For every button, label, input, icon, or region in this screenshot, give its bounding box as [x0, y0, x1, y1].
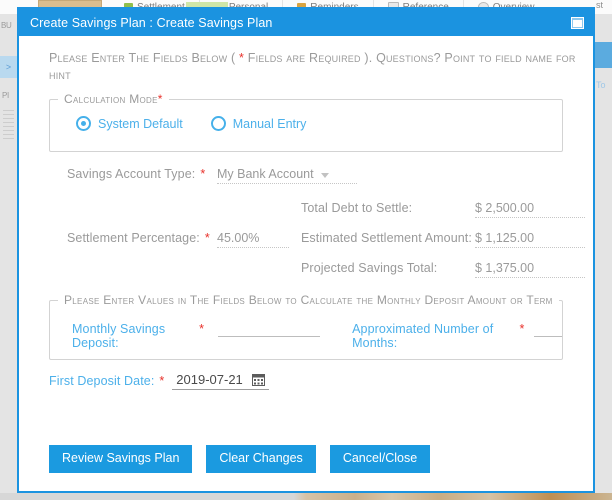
- required-marker: *: [157, 92, 163, 106]
- settlement-percentage-label: Settlement Percentage:: [67, 231, 200, 245]
- background-left-rail-selected: >: [0, 56, 17, 78]
- background-left-rail-label: BU: [1, 21, 12, 30]
- estimated-settlement-amount-value-wrap: $ 1,125.00: [475, 231, 585, 248]
- restore-window-icon[interactable]: [569, 16, 585, 30]
- background-bottom-strip: [0, 493, 612, 500]
- background-left-rail-dots: [3, 110, 14, 140]
- field-total-debt-to-settle: Total Debt to Settle:: [301, 201, 412, 215]
- first-deposit-date-value: 2019-07-21: [176, 372, 243, 387]
- cancel-close-button[interactable]: Cancel/Close: [329, 445, 431, 473]
- radio-indicator-unselected[interactable]: [210, 116, 226, 131]
- total-debt-to-settle-value-wrap: $ 2,500.00: [475, 201, 585, 218]
- monthly-deposit-row: Monthly Savings Deposit: * Approximated …: [50, 308, 562, 350]
- approximated-months-label: Approximated Number of Months:: [352, 322, 494, 350]
- required-marker: *: [204, 231, 210, 245]
- dialog-title: Create Savings Plan : Create Savings Pla…: [30, 15, 273, 30]
- first-deposit-date-row: First Deposit Date: * 2019-07-21: [49, 372, 563, 390]
- settlement-percentage-value: 45.00%: [217, 231, 289, 248]
- first-deposit-date-input[interactable]: 2019-07-21: [172, 372, 269, 390]
- radio-option-system-default[interactable]: System Default: [76, 116, 183, 131]
- monthly-deposit-fieldset: Please Enter Values in The Fields Below …: [49, 292, 563, 360]
- projected-savings-total-value-wrap: $ 1,375.00: [475, 261, 585, 278]
- background-right-rail: st To: [594, 0, 612, 500]
- background-right-rail-label: To: [596, 80, 606, 90]
- first-deposit-date-label: First Deposit Date:: [49, 374, 155, 388]
- projected-savings-total-value: $ 1,375.00: [475, 261, 585, 278]
- required-marker: *: [159, 374, 165, 388]
- calculation-mode-legend-text: Calculation Mode: [64, 92, 158, 106]
- monthly-savings-deposit-label: Monthly Savings Deposit:: [72, 322, 166, 350]
- background-right-rail-top: st: [596, 0, 604, 10]
- projected-savings-total-label: Projected Savings Total:: [301, 261, 438, 275]
- required-marker: *: [519, 322, 525, 336]
- chevron-down-icon[interactable]: [321, 173, 329, 178]
- monthly-savings-deposit-input[interactable]: [218, 320, 321, 337]
- calendar-icon[interactable]: [251, 373, 265, 386]
- total-debt-to-settle-value: $ 2,500.00: [475, 201, 585, 218]
- background-right-rail-highlight: [595, 42, 612, 68]
- dialog-button-row: Review Savings Plan Clear Changes Cancel…: [49, 445, 431, 473]
- savings-account-type-value: My Bank Account: [217, 167, 357, 184]
- savings-account-type-label: Savings Account Type:: [67, 167, 196, 181]
- total-debt-to-settle-label: Total Debt to Settle:: [301, 201, 413, 215]
- calculation-mode-legend: Calculation Mode*: [58, 92, 169, 106]
- instructions-part-1: Please Enter The Fields Below (: [49, 51, 239, 65]
- field-projected-savings-total: Projected Savings Total:: [301, 261, 437, 275]
- radio-label-system-default: System Default: [98, 116, 183, 131]
- monthly-deposit-legend: Please Enter Values in The Fields Below …: [64, 293, 553, 307]
- background-left-rail: BU > PI: [0, 14, 18, 500]
- instructions-text: Please Enter The Fields Below ( * Fields…: [49, 50, 577, 84]
- calculation-mode-radio-group: System Default Manual Entry: [50, 106, 562, 131]
- savings-account-type-select[interactable]: My Bank Account: [217, 167, 357, 184]
- dialog-body: Please Enter The Fields Below ( * Fields…: [19, 36, 593, 491]
- radio-indicator-selected[interactable]: [76, 116, 91, 131]
- estimated-settlement-amount-value: $ 1,125.00: [475, 231, 585, 248]
- field-estimated-settlement-amount: Estimated Settlement Amount:: [301, 231, 472, 245]
- required-marker: *: [200, 167, 206, 181]
- background-left-rail-lower: PI: [2, 91, 9, 100]
- savings-fields-group: Savings Account Type: * My Bank Account …: [49, 163, 585, 288]
- estimated-settlement-amount-label: Estimated Settlement Amount:: [301, 231, 472, 245]
- create-savings-plan-dialog: Create Savings Plan : Create Savings Pla…: [17, 7, 595, 493]
- field-savings-account-type: Savings Account Type: *: [67, 167, 205, 181]
- settlement-percentage-input[interactable]: 45.00%: [217, 231, 289, 248]
- calculation-mode-fieldset: Calculation Mode* System Default Manual …: [49, 92, 563, 152]
- clear-changes-button[interactable]: Clear Changes: [206, 445, 316, 473]
- approximated-months-input[interactable]: [534, 320, 562, 337]
- field-settlement-percentage: Settlement Percentage: *: [67, 231, 210, 245]
- radio-label-manual-entry: Manual Entry: [232, 116, 307, 131]
- radio-option-manual-entry[interactable]: Manual Entry: [210, 116, 307, 131]
- dialog-titlebar: Create Savings Plan : Create Savings Pla…: [19, 9, 593, 36]
- review-savings-plan-button[interactable]: Review Savings Plan: [49, 445, 193, 473]
- required-marker: *: [199, 322, 205, 336]
